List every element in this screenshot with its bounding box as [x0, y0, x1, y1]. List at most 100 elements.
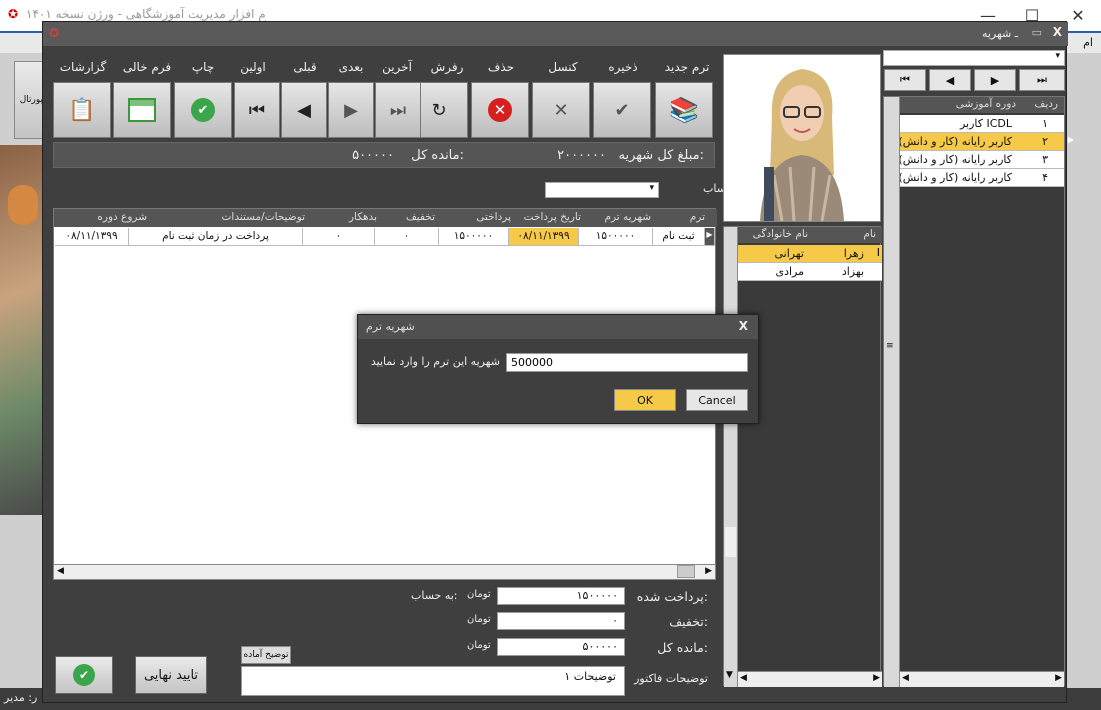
report-icon: 📋: [68, 97, 96, 123]
list-item[interactable]: ۳ کاربر رایانه (کار و دانش): [898, 151, 1064, 169]
row-indicator-icon: ▶: [1067, 135, 1074, 144]
nav-previous-button[interactable]: ◀: [929, 69, 971, 91]
invoice-notes-label: توضیحات فاکتور: [634, 672, 708, 685]
cell-pay-date[interactable]: ۰۸/۱۱/۱۳۹۹: [509, 228, 579, 246]
cell-course-start[interactable]: ۰۸/۱۱/۱۳۹۹: [55, 228, 129, 246]
course-row-number: ۴: [1042, 171, 1048, 184]
scroll-left-icon[interactable]: ◀: [740, 673, 747, 683]
list-item[interactable]: ۲ کاربر رایانه (کار و دانش) ▶: [898, 133, 1074, 151]
nav-first-button[interactable]: ⏮: [884, 69, 926, 91]
ready-description-button[interactable]: توضیح آماده: [241, 646, 291, 664]
course-select[interactable]: ▾: [883, 50, 1065, 66]
reports-button[interactable]: 📋: [53, 82, 111, 138]
courses-vertical-scrollbar[interactable]: ≡: [884, 97, 900, 687]
portal-button[interactable]: پورتال: [14, 61, 44, 139]
courses-header: ردیف دوره آموزشی: [900, 97, 1064, 113]
cell-term-fee[interactable]: ۱۵۰۰۰۰۰: [579, 228, 653, 246]
remain-value: ۵۰۰۰۰۰: [352, 148, 394, 163]
delete-icon: ✕: [488, 98, 512, 122]
outer-menu-item[interactable]: ام: [1083, 36, 1093, 49]
cell-paid[interactable]: ۱۵۰۰۰۰۰: [439, 228, 509, 246]
ok-button[interactable]: OK: [614, 389, 676, 411]
students-grid: نام نام خانوادگی زهرا تهرانی I بهزاد مرا…: [723, 226, 882, 687]
list-item[interactable]: ۴ کاربر رایانه (کار و دانش): [898, 169, 1064, 187]
student-first-name: بهزاد: [841, 265, 864, 278]
cancel-button[interactable]: ✕: [532, 82, 590, 138]
students-horizontal-scrollbar[interactable]: ◀ ▶: [738, 671, 882, 687]
student-last-name: تهرانی: [774, 247, 805, 260]
dialog-close-button[interactable]: X: [739, 319, 748, 333]
remain-currency: تومان: [467, 640, 491, 651]
course-row-number: ۳: [1042, 153, 1048, 166]
scroll-right-icon[interactable]: ▶: [873, 673, 880, 683]
col-row-number: ردیف: [1034, 98, 1058, 110]
previous-button[interactable]: ◀: [281, 82, 327, 138]
account-select[interactable]: ▾: [545, 182, 659, 198]
discount-currency: تومان: [467, 614, 491, 625]
total-remain-field[interactable]: ۵۰۰۰۰۰: [497, 638, 625, 656]
new-term-button[interactable]: 📚: [655, 82, 713, 138]
nav-next-button[interactable]: ▶: [974, 69, 1016, 91]
next-icon: ▶: [344, 99, 358, 121]
students-header: نام نام خانوادگی: [738, 227, 882, 243]
cell-debtor[interactable]: ۰: [303, 228, 375, 246]
row-indicator-icon: ▶: [705, 228, 715, 246]
scroll-thumb[interactable]: [677, 565, 695, 578]
toolbar-label-cancel: کنسل: [548, 60, 578, 74]
paid-label: پرداخت شده:: [636, 589, 708, 604]
scroll-right-icon[interactable]: ▶: [1055, 673, 1062, 683]
first-icon: ⏮: [248, 99, 266, 121]
last-button[interactable]: ⏭: [375, 82, 421, 138]
scroll-right-icon[interactable]: ▶: [705, 566, 712, 576]
courses-horizontal-scrollbar[interactable]: ◀ ▶: [900, 671, 1064, 687]
window-close-button[interactable]: X: [1053, 25, 1062, 39]
toolbar-label-delete: حذف: [487, 60, 515, 74]
scroll-left-icon[interactable]: ◀: [902, 673, 909, 683]
total-remain-label: مانده کل:: [657, 640, 708, 655]
toolbar-label-print: چاپ: [191, 60, 215, 74]
x-icon: ✕: [553, 99, 569, 121]
cancel-dialog-button[interactable]: Cancel: [686, 389, 748, 411]
first-button[interactable]: ⏮: [234, 82, 280, 138]
scroll-grip-icon[interactable]: ≡: [886, 341, 894, 351]
nav-last-button[interactable]: ⏭: [1019, 69, 1065, 91]
cell-term[interactable]: ثبت نام: [653, 228, 705, 246]
students-vertical-scrollbar[interactable]: ▼: [724, 227, 738, 687]
toolbar-label-new-term: ترم جدید: [664, 60, 710, 74]
toolbar: ترم جدید ذخیره کنسل حذف رفرش آخرین بعدی …: [53, 54, 715, 140]
col-course-start: شروع دوره: [97, 211, 147, 223]
discount-field[interactable]: ۰: [497, 612, 625, 630]
refresh-icon: ↻: [431, 99, 447, 121]
scroll-down-icon[interactable]: ▼: [726, 670, 733, 680]
final-confirm-button[interactable]: تایید نهایی: [135, 656, 207, 694]
window-logo-icon: ✪: [49, 26, 60, 40]
next-button[interactable]: ▶: [328, 82, 374, 138]
total-tuition-value: ۲۰۰۰۰۰۰: [557, 148, 606, 163]
delete-button[interactable]: ✕: [471, 82, 529, 138]
print-button[interactable]: ✔: [174, 82, 232, 138]
window-restore-icon[interactable]: ▭: [1032, 26, 1042, 39]
tuition-amount-input[interactable]: [506, 353, 748, 372]
first-icon: ⏮: [900, 73, 910, 86]
print-invoice-button[interactable]: ✔: [55, 656, 113, 694]
cell-discount[interactable]: ۰: [375, 228, 439, 246]
list-item[interactable]: بهزاد مرادی: [738, 263, 882, 281]
toolbar-label-previous: قبلی: [293, 60, 317, 74]
blank-form-button[interactable]: [113, 82, 171, 138]
print-check-icon: ✔: [73, 664, 95, 686]
cell-notes[interactable]: پرداخت در زمان ثبت نام: [129, 228, 303, 246]
col-paid: پرداختی: [476, 211, 511, 223]
invoice-notes-field[interactable]: توضیحات ۱: [241, 666, 625, 696]
grid-horizontal-scrollbar[interactable]: ◀ ▶: [53, 564, 716, 580]
course-name: کاربر رایانه (کار و دانش): [898, 171, 1012, 184]
col-term-fee: شهریه ترم: [604, 211, 651, 223]
scroll-left-icon[interactable]: ◀: [57, 566, 64, 576]
list-item[interactable]: زهرا تهرانی I: [738, 245, 882, 263]
scroll-thumb[interactable]: [725, 527, 736, 557]
toolbar-label-reports: گزارشات: [59, 60, 107, 74]
outer-title: نرم افزار مدیریت آموزشگاهی - ورژن نسخه ۱…: [26, 7, 266, 21]
save-button[interactable]: ✔: [593, 82, 651, 138]
student-last-name: مرادی: [775, 265, 804, 278]
list-item[interactable]: ۱ کاربر ICDL: [900, 115, 1064, 133]
paid-field[interactable]: ۱۵۰۰۰۰۰: [497, 587, 625, 605]
